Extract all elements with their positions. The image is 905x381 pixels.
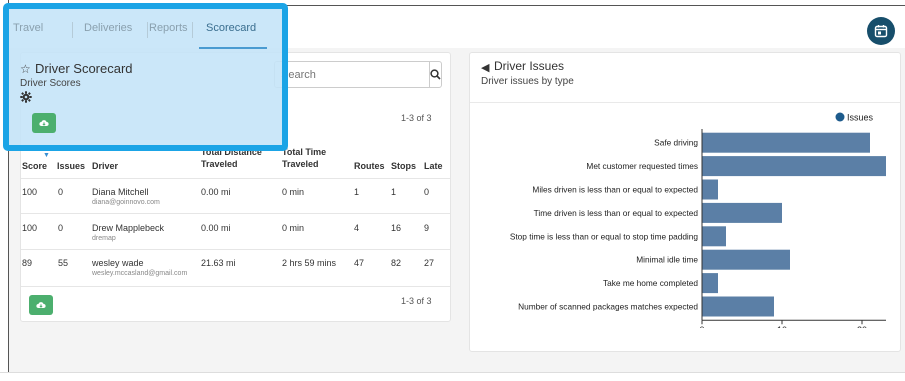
sort-arrow-icon: ▼ [43, 152, 50, 159]
megaphone-icon: ◀ [481, 62, 490, 74]
issues-divider [470, 102, 900, 103]
chart-category-label: Number of scanned packages matches expec… [518, 302, 698, 312]
cell-stops: 16 [391, 223, 402, 233]
chart-category-label: Safe driving [654, 138, 698, 148]
chart-legend-swatch [835, 112, 845, 122]
cell-issues: 0 [58, 223, 64, 233]
active-tab-underline [199, 47, 267, 49]
calendar-icon [874, 25, 888, 38]
cell-issues: 0 [58, 187, 64, 197]
cell-routes: 1 [354, 187, 360, 197]
tab-scorecard[interactable]: Scorecard [206, 22, 256, 34]
cloud-download-icon [36, 302, 46, 308]
col-stops[interactable]: Stops [391, 160, 416, 172]
scorecard-icon: ☆ [20, 62, 31, 76]
search-input[interactable] [275, 62, 429, 87]
search-button[interactable] [429, 62, 441, 87]
cell-score: 89 [22, 258, 33, 268]
tab-bar: Travel Deliveries Reports Scorecard [9, 9, 282, 45]
col-score[interactable]: Score [22, 160, 47, 172]
cell-driver[interactable]: wesley wade [92, 257, 144, 269]
tab-separator [147, 22, 148, 38]
chart-bar [702, 226, 726, 247]
cell-stops: 1 [391, 187, 397, 197]
highlight-overlay: Travel Deliveries Reports Scorecard ☆ Dr… [3, 3, 288, 151]
col-late[interactable]: Late [424, 160, 443, 172]
calendar-button[interactable] [867, 17, 895, 45]
chart-bar [702, 249, 790, 270]
tab-separator [72, 22, 73, 38]
chart-bar [702, 202, 782, 223]
chart-bar [702, 179, 718, 200]
cell-issues: 55 [58, 258, 69, 268]
row-divider [21, 286, 450, 287]
chart-bar [702, 156, 886, 177]
chart-bar [702, 132, 870, 153]
gear-icon[interactable] [20, 91, 32, 103]
chart-tick-label: 10 [777, 325, 787, 328]
cell-late: 27 [424, 258, 435, 268]
cell-driver[interactable]: Drew Mapplebeck [92, 222, 164, 234]
cell-time: 0 min [282, 187, 305, 197]
footer [0, 372, 905, 381]
header-divider [21, 178, 450, 179]
issues-subtitle: Driver issues by type [481, 76, 574, 87]
cell-time: 2 hrs 59 mins [282, 258, 337, 268]
chart-category-label: Time driven is less than or equal to exp… [534, 208, 699, 218]
col-time[interactable]: Total Time Traveled [282, 146, 344, 170]
search-box[interactable] [274, 61, 442, 88]
cell-time: 0 min [282, 223, 305, 233]
col-driver[interactable]: Driver [92, 160, 118, 172]
search-icon [430, 69, 441, 80]
chart-bar [702, 296, 774, 317]
tab-reports[interactable]: Reports [149, 22, 188, 34]
cell-stops: 82 [391, 258, 402, 268]
chart-category-label: Miles driven is less than or equal to ex… [532, 185, 698, 195]
row-divider [21, 249, 450, 250]
col-routes[interactable]: Routes [354, 160, 385, 172]
export-button[interactable] [29, 295, 53, 315]
chart-bar [702, 273, 718, 294]
tab-separator [192, 22, 193, 38]
row-divider [21, 213, 450, 214]
cell-distance: 21.63 mi [201, 258, 236, 268]
cell-driver-sub: diana@goinnovo.com [92, 199, 160, 206]
cell-routes: 4 [354, 223, 360, 233]
tab-deliveries[interactable]: Deliveries [84, 22, 132, 34]
col-issues[interactable]: Issues [57, 160, 85, 172]
export-button-top[interactable] [32, 113, 56, 133]
chart-category-label: Minimal idle time [636, 255, 698, 265]
issues-title: Driver Issues [494, 59, 565, 73]
driver-issues-chart: Safe driving Met customer requested times… [510, 112, 886, 328]
cell-routes: 47 [354, 258, 365, 268]
chart-legend-label: Issues [847, 113, 874, 123]
cell-score: 100 [22, 187, 38, 197]
cell-distance: 0.00 mi [201, 187, 231, 197]
cell-driver-sub: dremap [92, 235, 116, 242]
pagination-count-top: 1-3 of 3 [401, 113, 432, 123]
cell-distance: 0.00 mi [201, 223, 231, 233]
chart-category-label: Stop time is less than or equal to stop … [510, 231, 699, 241]
chart-tick-label: 20 [857, 325, 867, 328]
cell-driver[interactable]: Diana Mitchell [92, 186, 149, 198]
cloud-download-icon [39, 120, 49, 126]
cell-late: 9 [424, 223, 430, 233]
cell-late: 0 [424, 187, 430, 197]
chart-category-label: Take me home completed [603, 278, 698, 288]
scorecard-title: Driver Scorecard [35, 61, 133, 76]
pagination-count-bottom: 1-3 of 3 [401, 296, 432, 306]
cell-score: 100 [22, 223, 38, 233]
scorecard-subtitle: Driver Scores [20, 78, 81, 89]
chart-tick-label: 0 [699, 325, 704, 328]
tab-travel[interactable]: Travel [13, 22, 43, 34]
cell-driver-sub: wesley.mccasland@gmail.com [92, 270, 188, 277]
chart-category-label: Met customer requested times [586, 161, 698, 171]
